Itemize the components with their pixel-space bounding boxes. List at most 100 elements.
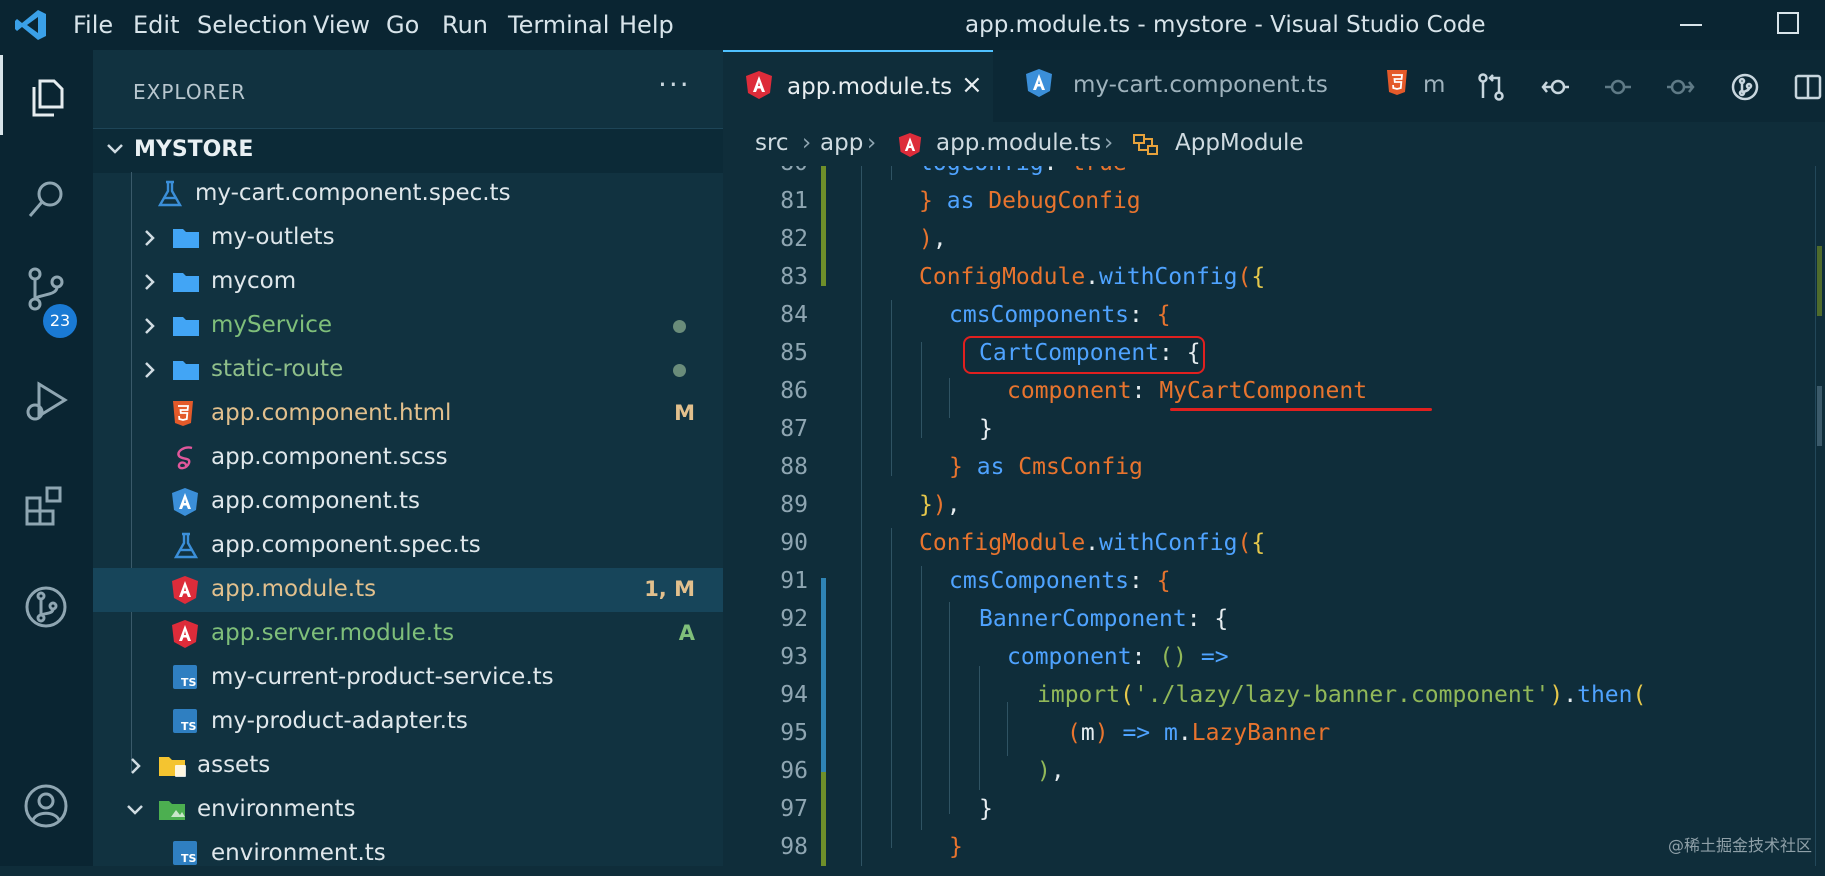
file-name: myService bbox=[211, 312, 333, 338]
code-line: 81 } as DebugConfig bbox=[723, 182, 1825, 220]
svg-text:TS: TS bbox=[181, 852, 197, 865]
explorer-icon[interactable] bbox=[0, 55, 96, 135]
menu-file[interactable]: File bbox=[73, 0, 113, 50]
run-debug-icon[interactable] bbox=[0, 360, 93, 440]
line-code: BannerComponent: { bbox=[979, 606, 1229, 632]
split-editor-icon[interactable] bbox=[1793, 72, 1823, 106]
angular-red-icon bbox=[898, 132, 922, 164]
flask-icon bbox=[171, 531, 201, 561]
code-line: 95 (m) => m.LazyBanner bbox=[723, 714, 1825, 752]
line-number: 90 bbox=[780, 530, 808, 556]
maximize-icon[interactable] bbox=[1777, 12, 1799, 34]
more-actions-icon[interactable]: ··· bbox=[658, 68, 691, 101]
folder-row[interactable]: assets bbox=[93, 744, 723, 788]
git-graph-icon[interactable] bbox=[0, 566, 93, 646]
file-name: app.component.ts bbox=[211, 488, 421, 514]
git-status-badge: 1, M bbox=[644, 577, 695, 601]
chevron-right-icon[interactable] bbox=[139, 228, 159, 253]
modified-dot-indicator bbox=[673, 320, 686, 333]
line-number: 89 bbox=[780, 492, 808, 518]
account-icon[interactable] bbox=[0, 765, 93, 845]
line-number: 83 bbox=[780, 264, 808, 290]
line-number: 85 bbox=[780, 340, 808, 366]
class-symbol-icon bbox=[1132, 132, 1160, 164]
menu-help[interactable]: Help bbox=[619, 0, 674, 50]
chevron-right-icon[interactable] bbox=[139, 360, 159, 385]
breadcrumb-symbol[interactable]: AppModule bbox=[1175, 130, 1304, 156]
breadcrumb-file[interactable]: app.module.ts bbox=[936, 130, 1101, 156]
menu-run[interactable]: Run bbox=[442, 0, 488, 50]
folder-icon bbox=[171, 355, 201, 385]
menu-edit[interactable]: Edit bbox=[133, 0, 179, 50]
explorer-title: EXPLORER bbox=[133, 80, 246, 104]
file-row[interactable]: my-cart.component.spec.ts bbox=[93, 172, 723, 216]
code-line: 82 ), bbox=[723, 220, 1825, 258]
line-number: 82 bbox=[780, 226, 808, 252]
file-row[interactable]: TS my-product-adapter.ts bbox=[93, 700, 723, 744]
line-number: 87 bbox=[780, 416, 808, 442]
menu-view[interactable]: View bbox=[313, 0, 370, 50]
menu-selection[interactable]: Selection bbox=[197, 0, 308, 50]
chevron-down-icon[interactable] bbox=[125, 800, 145, 825]
breadcrumb-app[interactable]: app bbox=[820, 130, 863, 156]
code-line: 93 component: () => bbox=[723, 638, 1825, 676]
folder-row[interactable]: mycom bbox=[93, 260, 723, 304]
code-line: 89 }), bbox=[723, 486, 1825, 524]
tab-overflow[interactable]: m bbox=[1375, 50, 1455, 122]
code-editor[interactable]: 80 logConfig: true 81 } as DebugConfig 8… bbox=[723, 166, 1825, 866]
project-header[interactable]: MYSTORE bbox=[93, 128, 723, 173]
file-name: app.component.spec.ts bbox=[211, 532, 481, 558]
source-control-icon[interactable]: 23 bbox=[0, 248, 93, 338]
file-name: my-cart.component.spec.ts bbox=[195, 180, 511, 206]
breadcrumb-separator: › bbox=[867, 130, 877, 156]
file-row[interactable]: app.component.spec.ts bbox=[93, 524, 723, 568]
file-row[interactable]: app.component.ts bbox=[93, 480, 723, 524]
breadcrumb-separator: › bbox=[802, 130, 812, 156]
code-line: 83 ConfigModule.withConfig({ bbox=[723, 258, 1825, 296]
html5-icon bbox=[171, 399, 201, 429]
folder-row[interactable]: static-route bbox=[93, 348, 723, 392]
file-row[interactable]: app.component.html M bbox=[93, 392, 723, 436]
open-changes-icon[interactable] bbox=[1476, 72, 1506, 106]
tab-app-module[interactable]: app.module.ts × bbox=[723, 50, 993, 124]
minimize-icon[interactable] bbox=[1680, 24, 1702, 26]
line-number: 80 bbox=[723, 166, 808, 176]
chevron-right-icon[interactable] bbox=[125, 756, 145, 781]
search-icon[interactable] bbox=[0, 158, 93, 238]
folder-row[interactable]: environments bbox=[93, 788, 723, 832]
git-status-badge: M bbox=[674, 401, 695, 425]
vscode-logo-icon[interactable] bbox=[14, 8, 48, 42]
line-code: ConfigModule.withConfig({ bbox=[919, 530, 1266, 556]
file-name: app.component.scss bbox=[211, 444, 448, 470]
tab-my-cart-component[interactable]: my-cart.component.ts bbox=[1003, 50, 1348, 122]
previous-change-icon[interactable] bbox=[1541, 72, 1571, 106]
breadcrumb-src[interactable]: src bbox=[755, 130, 789, 156]
chevron-right-icon[interactable] bbox=[139, 316, 159, 341]
file-row[interactable]: app.module.ts 1, M bbox=[93, 568, 723, 612]
project-name: MYSTORE bbox=[134, 137, 254, 162]
code-line: 94 import('./lazy/lazy-banner.component'… bbox=[723, 676, 1825, 714]
tab-label: app.module.ts bbox=[787, 74, 953, 100]
file-row[interactable]: TS environment.ts bbox=[93, 832, 723, 876]
file-row[interactable]: app.component.scss bbox=[93, 436, 723, 480]
modified-dot-indicator bbox=[673, 364, 686, 377]
menu-terminal[interactable]: Terminal bbox=[508, 0, 609, 50]
timeline-dot-icon[interactable] bbox=[1603, 72, 1633, 106]
menu-go[interactable]: Go bbox=[386, 0, 419, 50]
folder-row[interactable]: my-outlets bbox=[93, 216, 723, 260]
folder-row[interactable]: myService bbox=[93, 304, 723, 348]
line-number: 91 bbox=[780, 568, 808, 594]
chevron-right-icon[interactable] bbox=[139, 272, 159, 297]
next-change-icon[interactable] bbox=[1665, 72, 1695, 106]
file-row[interactable]: app.server.module.ts A bbox=[93, 612, 723, 656]
extensions-icon[interactable] bbox=[0, 466, 93, 546]
line-code: (m) => m.LazyBanner bbox=[1067, 720, 1331, 746]
line-code: } bbox=[979, 796, 993, 822]
file-name: app.module.ts bbox=[211, 576, 377, 602]
code-line: 86 component: MyCartComponent bbox=[723, 372, 1825, 411]
code-line: 88 } as CmsConfig bbox=[723, 448, 1825, 486]
git-lens-icon[interactable] bbox=[1730, 72, 1760, 106]
file-row[interactable]: TS my-current-product-service.ts bbox=[93, 656, 723, 700]
angular-red-icon bbox=[745, 70, 775, 100]
close-icon[interactable]: × bbox=[961, 70, 983, 100]
